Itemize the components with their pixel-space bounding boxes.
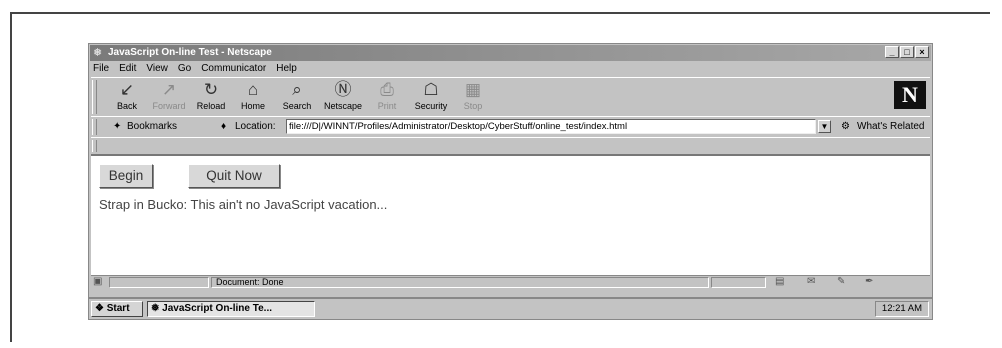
stop-button[interactable]: ▦ Stop [453,80,493,112]
navigation-toolbar: ↙ Back ↗ Forward ↻ Reload ⌂ Home ⌕ Searc… [91,77,930,117]
navigator-icon[interactable]: ▤ [775,276,784,288]
minimize-button[interactable]: _ [885,46,899,58]
whats-related-button[interactable]: What's Related [857,120,925,134]
toolbar-grip[interactable] [92,80,97,114]
menu-view[interactable]: View [146,62,168,76]
location-label: Location: [235,121,276,132]
print-icon: ⎙ [380,80,394,99]
netscape-icon: Ⓝ [334,80,352,99]
search-icon: ⌕ [292,80,302,99]
menu-file[interactable]: File [93,62,109,76]
start-label: Start [106,303,130,314]
back-button[interactable]: ↙ Back [107,80,147,112]
location-icon: ♦ [221,121,227,132]
status-bar: ▣ Document: Done ▤ ✉ ✎ ✒ [91,275,930,290]
chevron-down-icon[interactable]: ▼ [818,120,831,133]
quit-now-button[interactable]: Quit Now [188,164,280,188]
start-button[interactable]: ❖ Start [91,301,143,317]
security-button[interactable]: ☖ Security [411,80,451,112]
online-indicator [711,277,766,288]
forward-arrow-icon: ↗ [161,80,177,99]
netscape-window-icon: ❅ [93,47,103,59]
stop-icon: ▦ [464,80,482,99]
reload-icon: ↻ [203,80,219,99]
status-message: Strap in Bucko: This ain't no JavaScript… [99,197,388,212]
personal-toolbar [91,137,930,155]
forward-button[interactable]: ↗ Forward [149,80,189,112]
title-bar[interactable]: ❅ JavaScript On-line Test - Netscape _ □… [90,45,931,61]
toolbar-grip[interactable] [92,140,97,152]
bookmarks-button[interactable]: Bookmarks [127,120,177,134]
taskbar-window-button[interactable]: ❅ JavaScript On-line Te... [147,301,315,317]
bookmarks-icon[interactable]: ✦ [113,120,121,134]
netscape-button[interactable]: Ⓝ Netscape [323,80,363,112]
composer-icon[interactable]: ✒ [865,276,873,288]
location-toolbar: ✦ Bookmarks ♦ Location: file:///D|/WINNT… [91,116,930,138]
menu-bar: File Edit View Go Communicator Help [91,62,297,76]
menu-edit[interactable]: Edit [119,62,136,76]
maximize-button[interactable]: □ [900,46,914,58]
reload-button[interactable]: ↻ Reload [191,80,231,112]
netscape-logo[interactable]: N [894,81,926,109]
menu-communicator[interactable]: Communicator [201,62,266,76]
home-icon: ⌂ [247,80,259,99]
security-status-icon[interactable]: ▣ [93,276,102,288]
menu-help[interactable]: Help [276,62,297,76]
location-input[interactable]: file:///D|/WINNT/Profiles/Administrator/… [286,119,816,134]
search-button[interactable]: ⌕ Search [277,80,317,112]
whats-related-icon: ⚙ [841,121,850,132]
mail-icon[interactable]: ✉ [807,276,815,288]
begin-button[interactable]: Begin [99,164,153,188]
back-arrow-icon: ↙ [119,80,135,99]
taskbar: ❖ Start ❅ JavaScript On-line Te... 12:21… [88,298,933,320]
system-clock: 12:21 AM [875,301,929,317]
toolbar-grip[interactable] [92,119,97,135]
netscape-window-icon: ❅ [151,303,160,314]
menu-go[interactable]: Go [178,62,191,76]
lock-icon: ☖ [423,80,439,99]
home-button[interactable]: ⌂ Home [233,80,273,112]
window-title: JavaScript On-line Test - Netscape [108,47,272,58]
status-text: Document: Done [211,277,709,288]
discussion-icon[interactable]: ✎ [837,276,845,288]
windows-logo-icon: ❖ [95,303,104,314]
close-button[interactable]: × [915,46,929,58]
page-content: Begin Quit Now Strap in Bucko: This ain'… [91,154,930,276]
taskbar-window-label: JavaScript On-line Te... [162,303,273,314]
browser-window: ❅ JavaScript On-line Test - Netscape _ □… [88,43,933,298]
print-button[interactable]: ⎙ Print [367,80,407,112]
progress-cell [109,277,209,288]
